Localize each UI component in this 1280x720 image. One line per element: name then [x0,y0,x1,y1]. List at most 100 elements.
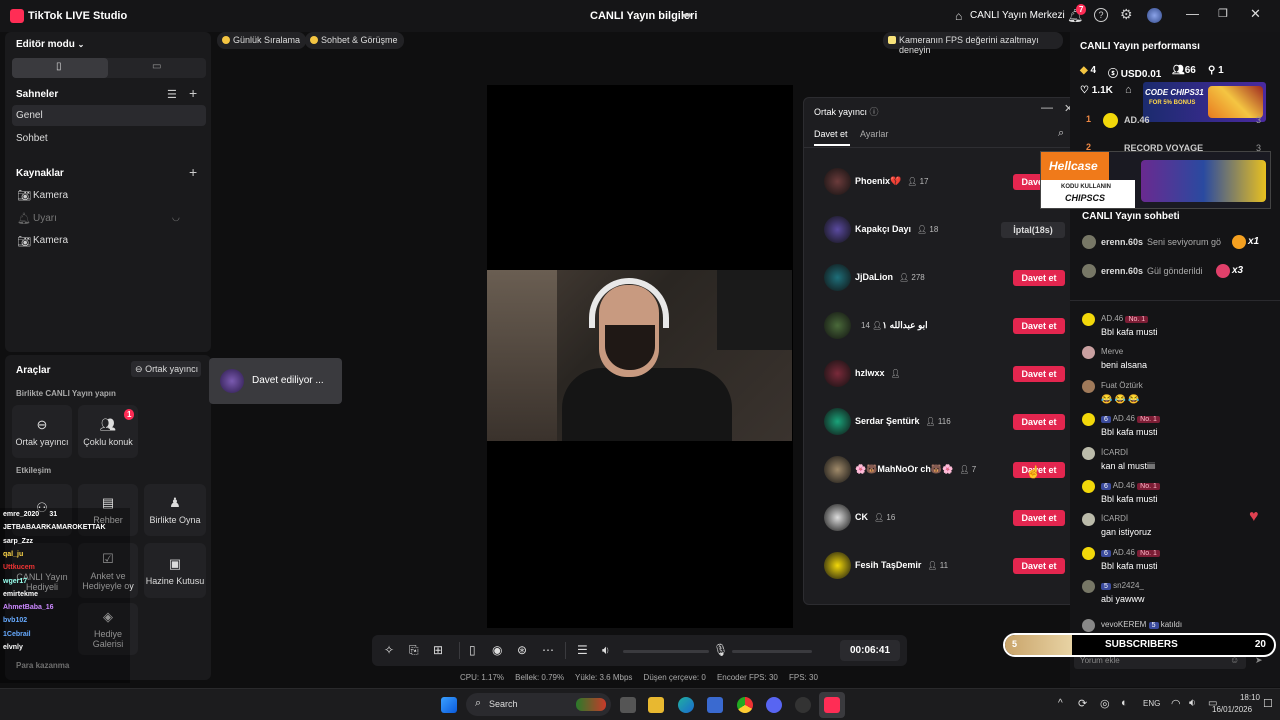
scene-item-genel[interactable]: Genel [16,110,43,121]
cohost-link-button[interactable]: ⊖ Ortak yayıncı [131,361,201,377]
more-icon[interactable]: ⋯ [542,643,554,657]
editor-mode-dropdown[interactable]: Editör modu ⌄ [16,39,84,50]
windows-taskbar: ⌕ Search ^ ⟳ ◎ ◐ ENG ◠ 🔉︎ ▭ 18:10 16/01/… [0,688,1280,720]
volume-slider[interactable] [623,650,709,653]
user-icon: 👤︎ [872,321,883,330]
rank-badge: No. 1 [1125,316,1149,323]
rank-row[interactable]: 1 AD.46 3 [1086,113,1266,129]
cpu-stat: CPU: 1.17% [460,673,505,682]
clock-date[interactable]: 16/01/2026 [1212,705,1252,714]
level-badge: 6 [1101,416,1111,424]
windows-start-icon[interactable] [441,697,457,713]
phone-icon[interactable]: ▯ [469,643,476,657]
wifi-icon[interactable]: ◠ [1171,697,1181,710]
volume-icon[interactable]: 🔉︎ [1189,697,1196,710]
notification-icon[interactable]: ☐ [1263,697,1273,710]
tray-icon-2[interactable]: ◎ [1100,697,1110,710]
camera-switch-icon[interactable]: ⊛ [517,643,527,657]
add-scene-icon[interactable]: + [189,85,197,101]
avatar [824,216,851,243]
tool-treasure[interactable]: ▣ Hazine Kutusu [144,543,206,598]
add-media-icon[interactable]: ⊞ [433,643,443,657]
invite-button[interactable]: Davet et [1013,558,1065,574]
chevron-up-icon[interactable]: ^ [1058,698,1063,709]
edge-icon[interactable] [678,697,694,713]
settings-sliders-icon[interactable]: ☰ [577,643,588,657]
gear-icon[interactable]: ⚙ [1120,6,1133,23]
tool-cohost[interactable]: ⊖ Ortak yayıncı [12,405,72,458]
cohost-link-label: Ortak yayıncı [145,364,199,374]
tab-settings[interactable]: Ayarlar [860,129,888,139]
chat-talk-pill[interactable]: Sohbet & Görüşme [305,32,404,49]
memory-stat: Bellek: 0.79% [515,673,565,682]
clock-time[interactable]: 18:10 [1232,693,1260,702]
list-icon[interactable]: ☰ [167,88,177,101]
coin-icon: ⓢ [1108,69,1118,80]
volume-icon[interactable]: 🔉︎ [602,643,610,658]
daily-ranking-pill[interactable]: Günlük Sıralama [217,32,307,49]
heart-icon[interactable]: ♥ [1249,508,1259,526]
background-door [487,270,557,441]
share-icon[interactable]: ➦ [682,8,692,22]
mic-slider[interactable] [732,650,812,653]
source-item-camera[interactable]: Kamera [33,190,68,201]
portrait-option[interactable]: ▯ [12,58,108,78]
tray-icon-3[interactable]: ◐ [1121,697,1128,709]
chat-text: Bbl kafa musti [1101,560,1158,571]
help-icon[interactable]: ? [1094,8,1108,22]
tools-title: Araçlar [16,365,51,376]
tab-invite[interactable]: Davet et [814,129,848,139]
microphone-icon[interactable]: 🎙︎ [713,643,728,657]
close-icon[interactable]: ✕ [1250,6,1261,22]
landscape-icon[interactable]: ▭ [152,61,161,72]
invite-button[interactable]: Davet et [1013,270,1065,286]
invite-button[interactable]: Davet et [1013,510,1065,526]
overlay-chat-line: emirtekme [3,590,39,598]
source-item-alert[interactable]: Uyarı [33,213,57,224]
scene-item-sohbet[interactable]: Sohbet [16,133,48,144]
record-icon[interactable]: ◉ [492,643,502,657]
cancel-invite-button[interactable]: İptal(18s) [1001,222,1065,238]
notification-badge: 7 [1076,4,1087,15]
ad-cases-image [1141,160,1266,202]
chat-text: beni alsana [1101,360,1148,371]
task-view-icon[interactable] [620,697,636,713]
language-indicator[interactable]: ENG [1143,699,1160,708]
invite-button[interactable]: Davet et [1013,318,1065,334]
user-icon: 👤︎ [927,561,938,570]
minimize-icon[interactable]: — [1041,100,1053,114]
taskbar-search[interactable]: ⌕ Search [466,693,611,716]
add-source-icon[interactable]: + [189,164,197,180]
avatar [824,360,851,387]
source-item-camera-2[interactable]: Kamera [33,235,68,246]
chat-text: Bbl kafa musti [1101,427,1158,438]
search-icon[interactable]: ⌕ [1058,127,1064,140]
discord-icon[interactable] [766,697,782,713]
gift-row: erenn.60s Seni seviyorum gö x1 [1082,235,1267,251]
store-icon[interactable] [707,697,723,713]
tiktok-taskbar-active[interactable] [819,692,845,718]
level-badge: 6 [1101,549,1111,557]
heart-icon: ♡ [1080,85,1089,96]
eye-hidden-icon[interactable]: ◡ [172,212,180,223]
file-explorer-icon[interactable] [648,697,664,713]
tray-icon[interactable]: ⟳ [1078,697,1087,710]
coin-icon [310,36,318,44]
usd-stat: ⓢ USD0.01 [1108,69,1162,80]
invite-user-name: JjDaLion 👤︎ 278 [855,272,925,282]
upload-stat: Yükle: 3.6 Mbps [575,673,633,682]
ad-banner-hellcase[interactable]: Hellcase KODU KULLANIN CHIPSCS [1040,151,1271,209]
translate-icon[interactable]: ⎘ [409,643,419,658]
obs-icon[interactable] [795,697,811,713]
live-center-link[interactable]: CANLI Yayın Merkezi [970,10,1065,21]
invite-button[interactable]: Davet et [1013,366,1065,382]
users-icon: 👥︎ [99,416,117,432]
coin-icon [222,36,230,44]
minimize-icon[interactable]: — [1186,6,1199,21]
maximize-icon[interactable]: ❐ [1218,7,1228,20]
tool-play-together[interactable]: ♟ Birlikte Oyna [144,484,206,536]
avatar[interactable] [1147,8,1162,23]
magic-wand-icon[interactable]: ✧ [384,643,394,657]
invite-button[interactable]: Davet et [1013,414,1065,430]
chrome-icon[interactable] [737,697,753,713]
